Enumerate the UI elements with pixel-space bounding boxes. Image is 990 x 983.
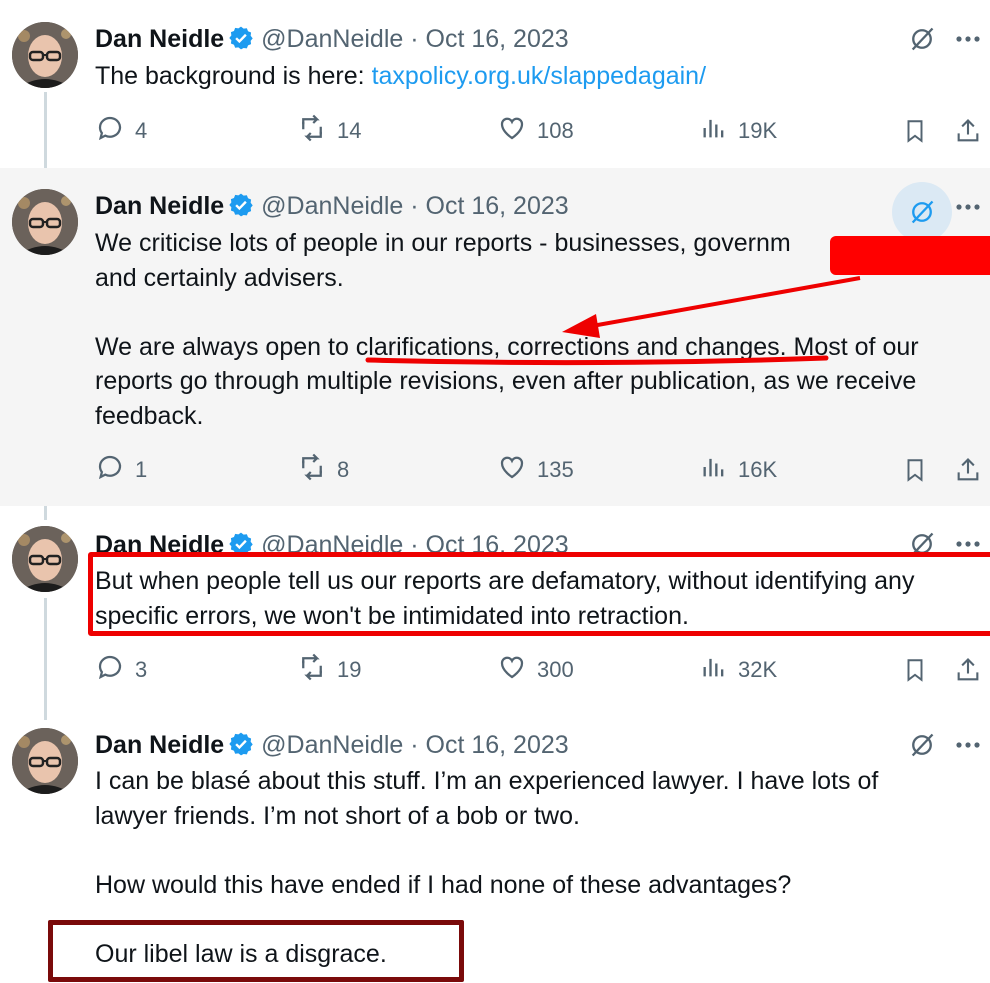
views-button[interactable]: 32K [700, 650, 777, 690]
grok-icon[interactable] [898, 15, 946, 63]
underlined-phrase: clarifications, corrections and changes. [355, 332, 787, 361]
views-count: 16K [738, 457, 778, 482]
repost-button[interactable]: 14 [297, 111, 361, 151]
verified-badge-icon [228, 25, 254, 58]
repost-count: 19 [337, 657, 362, 682]
views-count: 32K [738, 657, 778, 682]
reply-icon [95, 652, 125, 688]
author-name[interactable]: Dan Neidle [95, 192, 224, 220]
tweet-text: The background is here: taxpolicy.org.uk… [95, 59, 976, 94]
repost-icon [297, 113, 327, 149]
like-count: 135 [537, 457, 574, 482]
like-icon [497, 652, 527, 688]
annotation-highlight-box-dark [48, 920, 464, 982]
tweet-date[interactable]: Oct 16, 2023 [426, 25, 569, 53]
tweet-header: Dan Neidle @DanNeidle · Oct 16, 2023 [95, 730, 569, 764]
tweet-text-line: reports go through multiple revisions, e… [95, 367, 917, 395]
reply-count: 3 [135, 657, 148, 682]
author-name[interactable]: Dan Neidle [95, 25, 224, 53]
reply-button[interactable]: 4 [95, 111, 147, 151]
more-icon[interactable] [951, 190, 985, 224]
separator: · [410, 25, 419, 53]
repost-icon [297, 452, 327, 488]
repost-button[interactable]: 19 [297, 650, 361, 690]
reply-count: 1 [135, 457, 148, 482]
author-handle[interactable]: @DanNeidle [261, 25, 403, 53]
action-bar: 1 8 135 16K [0, 450, 990, 490]
share-icon[interactable] [952, 454, 984, 486]
separator: · [410, 731, 419, 759]
like-count: 300 [537, 657, 574, 682]
verified-badge-icon [228, 192, 254, 225]
tweet-link[interactable]: taxpolicy.org.uk/slappedagain/ [372, 62, 706, 90]
tweet-1[interactable]: Dan Neidle @DanNeidle · Oct 16, 2023 The… [0, 0, 990, 168]
like-icon [497, 113, 527, 149]
repost-count: 8 [337, 457, 350, 482]
author-name[interactable]: Dan Neidle [95, 731, 224, 759]
tweet-text-line: feedback. [95, 401, 204, 430]
share-icon[interactable] [952, 115, 984, 147]
views-button[interactable]: 16K [700, 450, 777, 490]
like-count: 108 [537, 118, 574, 143]
tweet-header: Dan Neidle @DanNeidle · Oct 16, 2023 [95, 24, 569, 58]
reply-count: 4 [135, 118, 148, 143]
tweet-text-line: We are always open to [95, 332, 356, 361]
tweet-text-line: Most of our [786, 332, 919, 361]
reply-button[interactable]: 1 [95, 450, 147, 490]
avatar[interactable] [12, 526, 78, 592]
author-handle[interactable]: @DanNeidle [261, 731, 403, 759]
like-button[interactable]: 135 [497, 450, 574, 490]
views-icon [700, 114, 728, 148]
verified-badge-icon [228, 731, 254, 764]
views-count: 19K [738, 118, 778, 143]
views-icon [700, 453, 728, 487]
views-icon [700, 653, 728, 687]
action-bar: 3 19 300 32K [0, 650, 990, 690]
like-button[interactable]: 108 [497, 111, 574, 151]
avatar[interactable] [12, 189, 78, 255]
tweet-text-line: lawyer friends. I’m not short of a bob o… [95, 801, 580, 830]
like-button[interactable]: 300 [497, 650, 574, 690]
reply-icon [95, 113, 125, 149]
author-handle[interactable]: @DanNeidle [261, 192, 403, 220]
grok-icon[interactable] [898, 721, 946, 769]
avatar[interactable] [12, 22, 78, 88]
separator: · [410, 192, 419, 220]
share-icon[interactable] [952, 654, 984, 686]
reply-button[interactable]: 3 [95, 650, 147, 690]
tweet-date[interactable]: Oct 16, 2023 [426, 192, 569, 220]
reply-icon [95, 452, 125, 488]
bookmark-icon[interactable] [899, 454, 931, 486]
redaction-box [830, 236, 990, 275]
views-button[interactable]: 19K [700, 111, 777, 151]
repost-button[interactable]: 8 [297, 450, 349, 490]
more-icon[interactable] [951, 728, 985, 762]
like-icon [497, 452, 527, 488]
tweet-header: Dan Neidle @DanNeidle · Oct 16, 2023 [95, 191, 569, 225]
repost-icon [297, 652, 327, 688]
bookmark-icon[interactable] [899, 654, 931, 686]
more-icon[interactable] [951, 22, 985, 56]
bookmark-icon[interactable] [899, 115, 931, 147]
avatar[interactable] [12, 728, 78, 794]
tweet-text-line: How would this have ended if I had none … [95, 870, 792, 899]
tweet-2[interactable]: Dan Neidle @DanNeidle · Oct 16, 2023 We … [0, 168, 990, 506]
action-bar: 4 14 108 19K [0, 111, 990, 151]
repost-count: 14 [337, 118, 362, 143]
tweet-text-line: The background is here: [95, 62, 372, 90]
annotation-highlight-box [88, 552, 990, 636]
tweet-date[interactable]: Oct 16, 2023 [426, 731, 569, 759]
tweet-text-line: I can be blasé about this stuff. I’m an … [95, 767, 879, 795]
